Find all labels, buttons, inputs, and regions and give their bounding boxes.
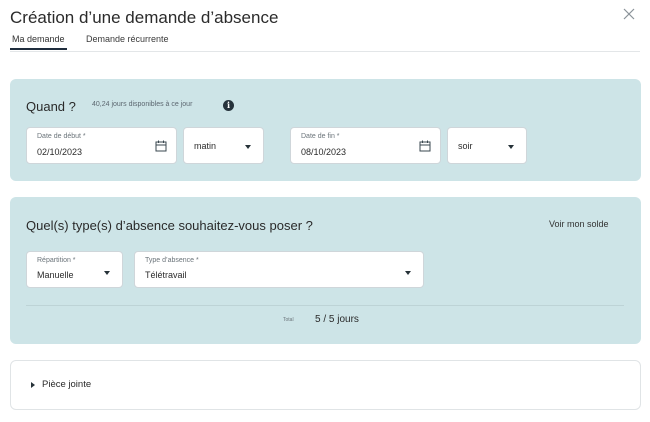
dialog-title: Création d’une demande d’absence	[10, 8, 279, 27]
absence-type-select[interactable]: Type d’absence * Télétravail	[134, 251, 424, 288]
end-period-value: soir	[458, 141, 473, 151]
start-date-field[interactable]: Date de début * 02/10/2023	[26, 127, 177, 164]
info-icon[interactable]: i	[223, 100, 234, 111]
calendar-icon[interactable]	[419, 140, 431, 152]
repartition-label: Répartition *	[37, 257, 76, 264]
end-period-select[interactable]: soir	[447, 127, 527, 164]
calendar-icon[interactable]	[155, 140, 167, 152]
start-date-value: 02/10/2023	[37, 147, 83, 157]
attachment-toggle[interactable]: Pièce jointe	[10, 360, 641, 410]
days-available-text: 40,24 jours disponibles à ce jour	[92, 101, 193, 108]
chevron-down-icon	[405, 271, 411, 275]
total-value: 5 / 5 jours	[315, 314, 359, 325]
chevron-down-icon	[508, 145, 514, 149]
absence-type-title: Quel(s) type(s) d’absence souhaitez-vous…	[26, 218, 313, 233]
when-title: Quand ?	[26, 99, 76, 114]
end-date-value: 08/10/2023	[301, 147, 347, 157]
chevron-down-icon	[245, 145, 251, 149]
absence-type-section: Quel(s) type(s) d’absence souhaitez-vous…	[10, 197, 641, 344]
end-date-label: Date de fin *	[301, 133, 340, 140]
attachment-label: Pièce jointe	[42, 379, 92, 390]
tab-ma-demande[interactable]: Ma demande	[10, 34, 67, 50]
start-date-label: Date de début *	[37, 133, 86, 140]
divider	[26, 305, 624, 306]
chevron-right-icon	[31, 382, 35, 388]
tab-bar: Ma demande Demande récurrente	[10, 33, 640, 52]
absence-type-value: Télétravail	[145, 270, 187, 280]
end-date-field[interactable]: Date de fin * 08/10/2023	[290, 127, 441, 164]
total-label: Total	[283, 317, 294, 323]
close-icon	[623, 8, 635, 20]
when-section: Quand ? 40,24 jours disponibles à ce jou…	[10, 79, 641, 181]
chevron-down-icon	[104, 271, 110, 275]
repartition-value: Manuelle	[37, 270, 74, 280]
voir-solde-link[interactable]: Voir mon solde	[549, 219, 609, 229]
repartition-select[interactable]: Répartition * Manuelle	[26, 251, 123, 288]
start-period-value: matin	[194, 141, 217, 151]
close-button[interactable]	[619, 4, 639, 24]
tab-demande-recurrente[interactable]: Demande récurrente	[86, 34, 169, 44]
absence-type-label: Type d’absence *	[145, 257, 199, 264]
start-period-select[interactable]: matin	[183, 127, 264, 164]
